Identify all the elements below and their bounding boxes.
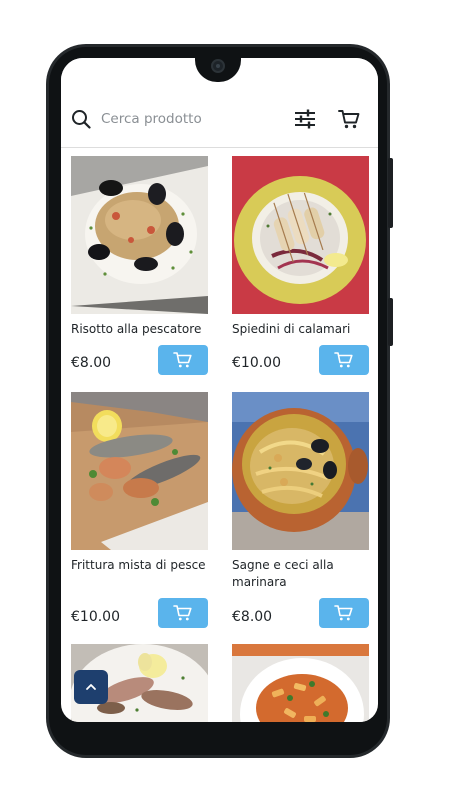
cart-add-icon: [173, 352, 192, 368]
shopping-cart-icon[interactable]: [338, 108, 360, 130]
product-name: Risotto alla pescatore: [71, 322, 202, 336]
product-image[interactable]: [232, 156, 369, 314]
add-to-cart-button[interactable]: [158, 345, 208, 375]
product-card[interactable]: Spiedini di calamari €10.00: [232, 156, 369, 376]
product-image[interactable]: [232, 644, 369, 722]
product-name: Spiedini di calamari: [232, 322, 351, 336]
add-to-cart-button[interactable]: [319, 598, 369, 628]
product-price: €10.00: [232, 355, 281, 371]
cart-add-icon: [173, 605, 192, 621]
scroll-to-top-button[interactable]: [74, 670, 108, 704]
product-card[interactable]: Frittura mista di pesce €10.00: [71, 392, 208, 628]
phone-power-button: [388, 298, 393, 346]
product-name: Frittura mista di pesce: [71, 558, 206, 572]
sliders-icon[interactable]: [294, 108, 316, 130]
product-card[interactable]: [232, 644, 369, 722]
product-image[interactable]: [71, 392, 208, 550]
product-price: €8.00: [71, 355, 112, 371]
phone-volume-button: [388, 158, 393, 228]
cart-add-icon: [334, 352, 353, 368]
add-to-cart-button[interactable]: [158, 598, 208, 628]
product-image[interactable]: [232, 392, 369, 550]
product-name: Sagne e ceci alla marinara: [232, 558, 334, 589]
camera-icon: [211, 59, 225, 73]
add-to-cart-button[interactable]: [319, 345, 369, 375]
app-screen: Risotto alla pescatore €8.00: [61, 58, 378, 722]
search-input[interactable]: [101, 107, 281, 131]
chevron-up-icon: [86, 684, 96, 690]
cart-add-icon: [334, 605, 353, 621]
search-icon[interactable]: [71, 109, 91, 129]
product-image[interactable]: [71, 156, 208, 314]
product-card[interactable]: Sagne e ceci alla marinara €8.00: [232, 392, 369, 628]
product-card[interactable]: Risotto alla pescatore €8.00: [71, 156, 208, 376]
product-price: €8.00: [232, 609, 273, 625]
product-price: €10.00: [71, 609, 120, 625]
